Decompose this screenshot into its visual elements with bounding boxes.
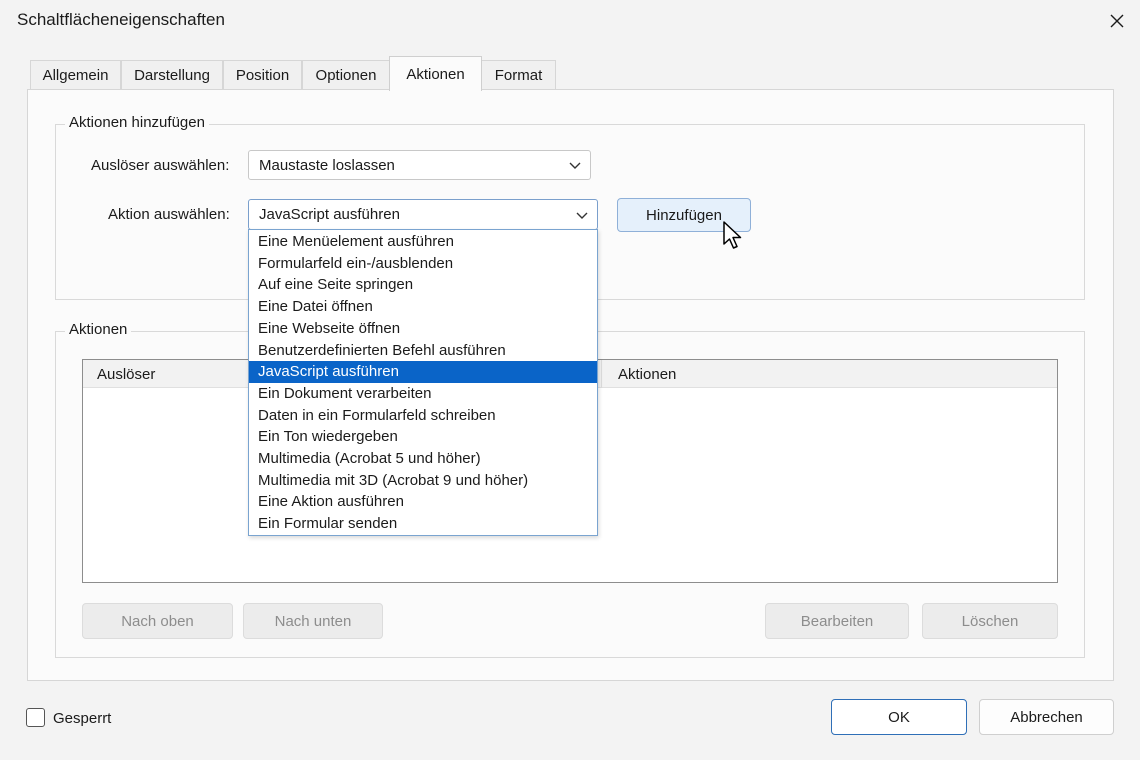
ok-button[interactable]: OK — [831, 699, 967, 735]
action-select-value: JavaScript ausführen — [259, 206, 400, 223]
column-header-actions[interactable]: Aktionen — [618, 366, 676, 383]
close-button[interactable] — [1098, 4, 1136, 38]
cancel-button[interactable]: Abbrechen — [979, 699, 1114, 735]
dropdown-option[interactable]: Eine Menüelement ausführen — [249, 231, 597, 253]
trigger-select-value: Maustaste loslassen — [259, 156, 395, 174]
locked-checkbox[interactable] — [26, 708, 45, 727]
chevron-down-icon — [569, 162, 581, 169]
tab-format[interactable]: Format — [481, 60, 556, 90]
tab-optionen[interactable]: Optionen — [302, 60, 390, 90]
mouse-cursor-icon — [723, 221, 742, 249]
column-header-trigger[interactable]: Auslöser — [97, 366, 155, 383]
dropdown-option[interactable]: Eine Datei öffnen — [249, 296, 597, 318]
action-select[interactable]: JavaScript ausführen — [248, 199, 598, 230]
dropdown-option[interactable]: Daten in ein Formularfeld schreiben — [249, 405, 597, 427]
move-down-button[interactable]: Nach unten — [243, 603, 383, 639]
trigger-select[interactable]: Maustaste loslassen — [248, 150, 591, 180]
actions-legend: Aktionen — [65, 321, 132, 338]
action-dropdown-list[interactable]: Eine Menüelement ausführen Formularfeld e… — [248, 229, 598, 536]
dropdown-option[interactable]: Multimedia (Acrobat 5 und höher) — [249, 448, 597, 470]
title-bar: Schaltflächeneigenschaften — [0, 0, 1140, 42]
action-label: Aktion auswählen: — [108, 206, 230, 223]
column-separator[interactable] — [601, 360, 602, 388]
dropdown-option[interactable]: Ein Ton wiedergeben — [249, 426, 597, 448]
tab-allgemein[interactable]: Allgemein — [30, 60, 121, 90]
dropdown-option[interactable]: Benutzerdefinierten Befehl ausführen — [249, 340, 597, 362]
dropdown-option[interactable]: Ein Dokument verarbeiten — [249, 383, 597, 405]
dropdown-option[interactable]: Eine Aktion ausführen — [249, 491, 597, 513]
edit-button[interactable]: Bearbeiten — [765, 603, 909, 639]
tab-position[interactable]: Position — [223, 60, 302, 90]
locked-label: Gesperrt — [53, 710, 112, 727]
add-actions-legend: Aktionen hinzufügen — [65, 114, 209, 131]
tab-aktionen[interactable]: Aktionen — [389, 56, 482, 91]
chevron-down-icon — [576, 212, 588, 219]
dropdown-option[interactable]: JavaScript ausführen — [249, 361, 597, 383]
move-up-button[interactable]: Nach oben — [82, 603, 233, 639]
dropdown-option[interactable]: Ein Formular senden — [249, 513, 597, 535]
trigger-label: Auslöser auswählen: — [91, 157, 230, 174]
delete-button[interactable]: Löschen — [922, 603, 1058, 639]
dropdown-option[interactable]: Multimedia mit 3D (Acrobat 9 und höher) — [249, 470, 597, 492]
dropdown-option[interactable]: Auf eine Seite springen — [249, 274, 597, 296]
dropdown-option[interactable]: Formularfeld ein-/ausblenden — [249, 253, 597, 275]
window-title: Schaltflächeneigenschaften — [17, 10, 225, 29]
tab-darstellung[interactable]: Darstellung — [121, 60, 223, 90]
close-icon — [1110, 14, 1124, 28]
dropdown-option[interactable]: Eine Webseite öffnen — [249, 318, 597, 340]
